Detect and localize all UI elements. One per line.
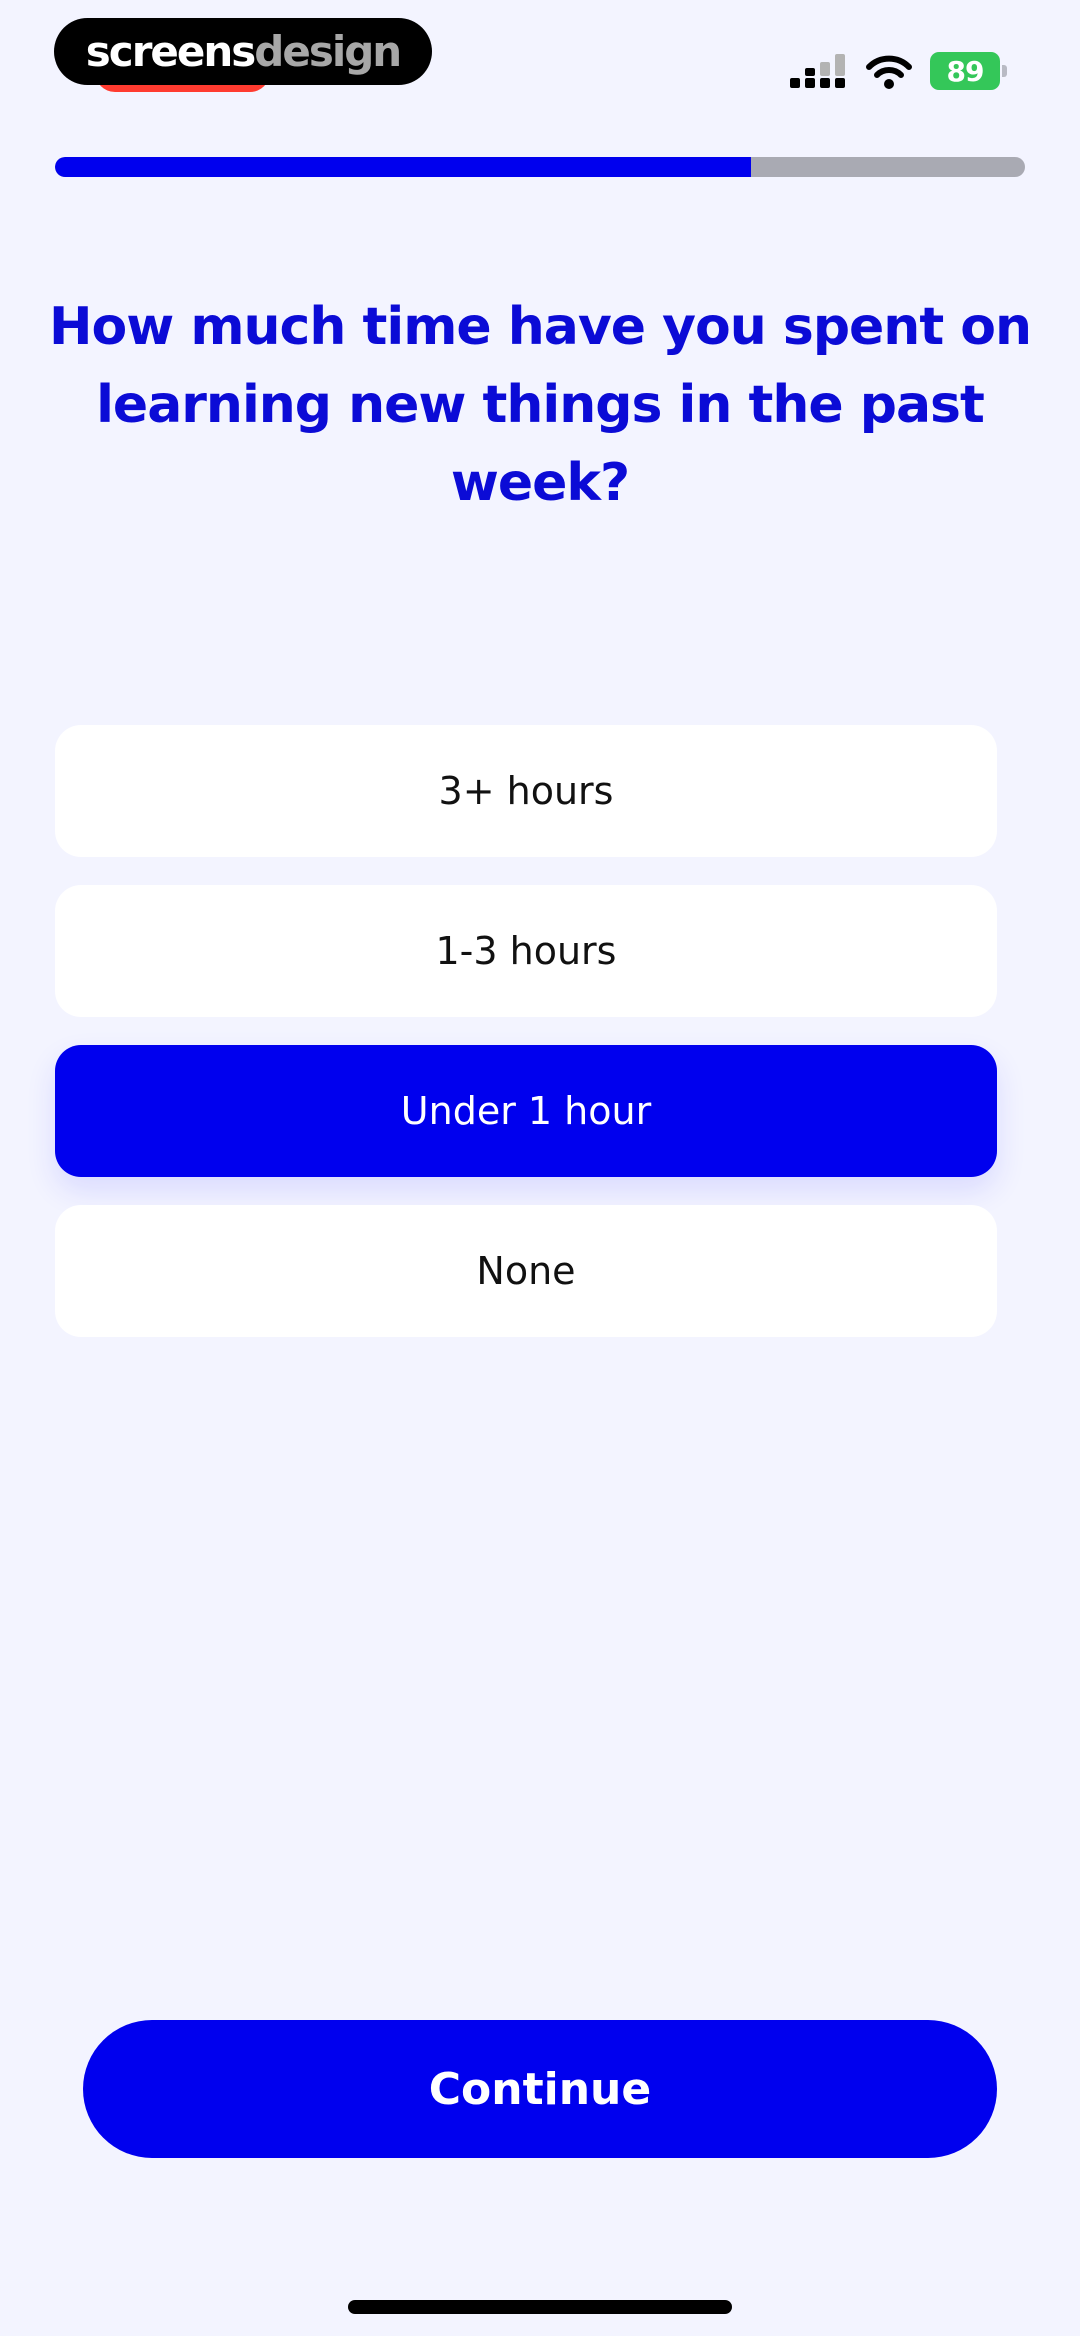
option-under-1-hour[interactable]: Under 1 hour (55, 1045, 997, 1177)
option-3-plus-hours[interactable]: 3+ hours (55, 725, 997, 857)
progress-fill (55, 157, 752, 177)
option-label: 3+ hours (438, 769, 614, 813)
progress-bar (55, 157, 1025, 177)
cellular-signal-icon (790, 54, 845, 88)
continue-button[interactable]: Continue (83, 2020, 997, 2158)
question-title: How much time have you spent on learning… (48, 297, 1032, 513)
screensdesign-watermark: screens design (54, 18, 432, 85)
option-label: None (476, 1249, 576, 1293)
battery-cap (1002, 65, 1007, 77)
option-label: 1-3 hours (435, 929, 617, 973)
option-1-3-hours[interactable]: 1-3 hours (55, 885, 997, 1017)
battery-level: 89 (930, 52, 1000, 90)
watermark-part-1: screens (85, 26, 256, 76)
answer-options: 3+ hours 1-3 hours Under 1 hour None (55, 725, 997, 1365)
option-label: Under 1 hour (400, 1089, 652, 1133)
wifi-icon (866, 55, 912, 89)
screen: screens design 89 How much time have you … (0, 0, 1080, 2336)
home-indicator[interactable] (348, 2300, 732, 2314)
status-bar: screens design 89 (0, 0, 1080, 130)
option-none[interactable]: None (55, 1205, 997, 1337)
battery-charging-icon: 89 (930, 52, 1010, 92)
watermark-part-2: design (254, 26, 402, 76)
